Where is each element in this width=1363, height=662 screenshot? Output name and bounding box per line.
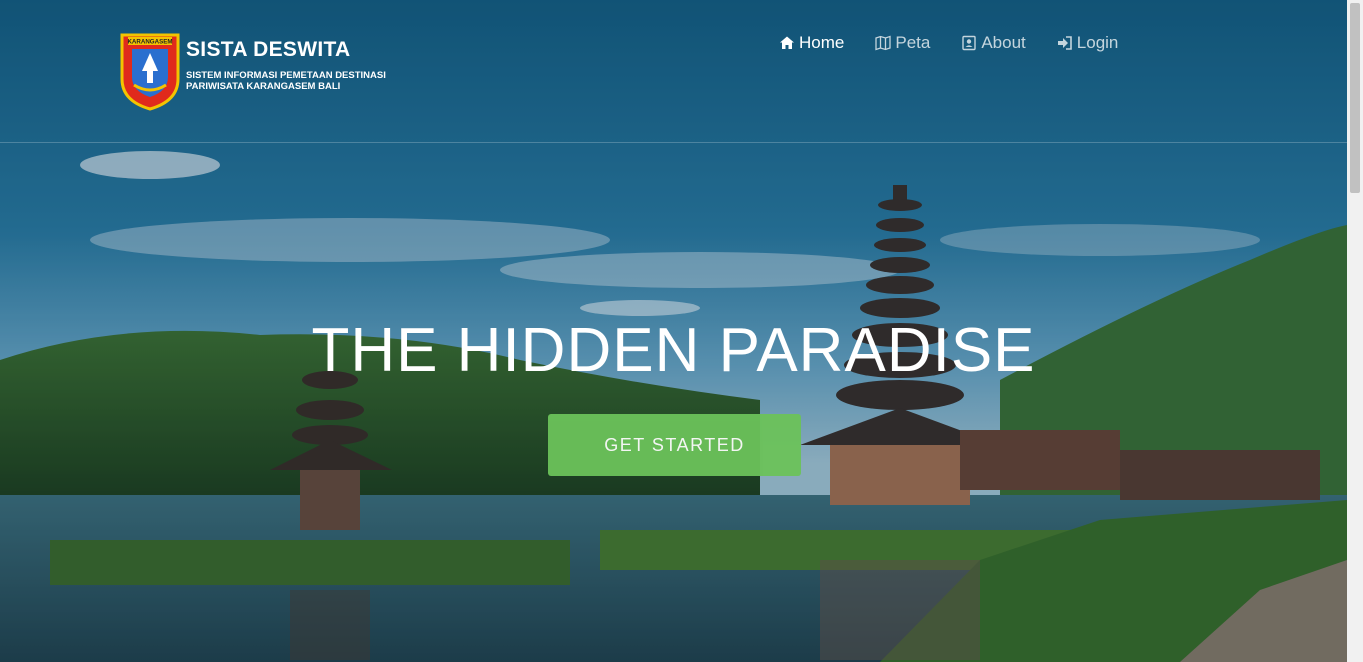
site-subtitle: SISTEM INFORMASI PEMETAAN DESTINASI PARI…: [186, 70, 386, 92]
brand-text: SISTA DESWITA SISTEM INFORMASI PEMETAAN …: [186, 33, 386, 92]
nav-login[interactable]: Login: [1057, 32, 1119, 54]
nav-about-label: About: [981, 33, 1026, 52]
main-nav: Home Peta About Login: [779, 32, 1149, 54]
nav-about[interactable]: About: [961, 32, 1026, 54]
scrollbar-thumb[interactable]: [1350, 3, 1360, 193]
contact-card-icon: [962, 35, 977, 51]
nav-home[interactable]: Home: [779, 32, 844, 54]
page: KARANGASEM SISTA DESWITA SISTEM INFORMAS…: [0, 0, 1363, 662]
site-header: KARANGASEM SISTA DESWITA SISTEM INFORMAS…: [0, 0, 1347, 143]
hero-title: THE HIDDEN PARADISE: [311, 316, 1036, 385]
page-scrollbar[interactable]: [1347, 0, 1363, 662]
nav-home-label: Home: [799, 33, 845, 52]
get-started-button[interactable]: GET STARTED: [548, 414, 801, 476]
home-icon: [780, 36, 794, 49]
nav-login-label: Login: [1076, 33, 1119, 52]
brand[interactable]: KARANGASEM SISTA DESWITA SISTEM INFORMAS…: [120, 33, 386, 111]
site-title: SISTA DESWITA: [186, 38, 351, 61]
svg-text:KARANGASEM: KARANGASEM: [127, 39, 172, 46]
nav-peta[interactable]: Peta: [875, 32, 930, 54]
karangasem-crest-logo: KARANGASEM: [120, 33, 180, 111]
map-icon: [875, 35, 892, 51]
sign-in-icon: [1057, 36, 1072, 50]
nav-peta-label: Peta: [895, 33, 931, 52]
